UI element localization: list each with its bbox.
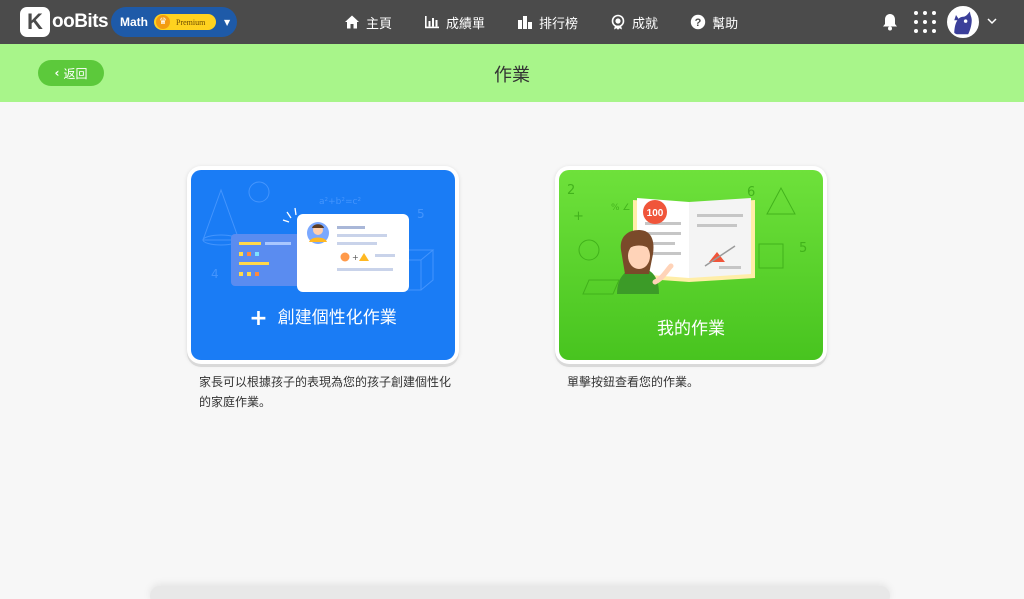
my-homework-card[interactable]: 2 + 6 5 % ∠ 100 我的作業: [555, 166, 827, 364]
top-navigation-bar: K ooBits Math ♛ Premium ▼ 主頁 成績單 排行榜 成就 …: [0, 0, 1024, 44]
page-title: 作業: [494, 65, 530, 86]
nav-achievements[interactable]: 成就: [610, 13, 658, 32]
main-nav: 主頁 成績單 排行榜 成就 ? 幫助: [344, 0, 738, 44]
score-100-badge: 100: [647, 208, 664, 219]
svg-text:5: 5: [417, 207, 425, 221]
subject-switcher[interactable]: Math ♛ Premium ▼: [111, 7, 237, 37]
crown-icon: ♛: [156, 15, 170, 29]
svg-text:4: 4: [211, 267, 219, 281]
bell-icon[interactable]: [882, 13, 898, 31]
svg-text:6: 6: [747, 185, 755, 200]
plus-icon: +: [249, 306, 268, 331]
svg-text:2: 2: [567, 183, 575, 198]
premium-badge: ♛ Premium: [154, 14, 216, 30]
create-homework-card-body: a²+b²=c² 5 4 + + 創建個性化作業: [191, 170, 455, 360]
nav-report-label: 成績單: [446, 16, 486, 32]
premium-label: Premium: [176, 17, 206, 27]
nav-leaderboard-label: 排行榜: [539, 16, 579, 32]
apps-grid-icon[interactable]: [914, 11, 936, 33]
logo-mark: K: [20, 7, 50, 37]
my-homework-label: 我的作業: [657, 319, 725, 339]
bottom-panel-edge: [150, 586, 890, 599]
nav-leaderboard[interactable]: 排行榜: [517, 13, 578, 32]
svg-text:a²+b²=c²: a²+b²=c²: [319, 197, 361, 207]
svg-text:?: ?: [695, 17, 702, 29]
caret-down-icon: ▼: [224, 17, 231, 27]
logo-text: ooBits: [52, 11, 109, 32]
nav-home[interactable]: 主頁: [344, 13, 392, 32]
my-homework-description: 單擊按鈕查看您的作業。: [567, 375, 700, 389]
create-homework-illustration: a²+b²=c² 5 4 +: [202, 181, 435, 292]
create-homework-description: 家長可以根據孩子的表現為您的孩子創建個性化的家庭作業。: [199, 375, 452, 409]
svg-text:+: +: [352, 253, 359, 262]
koobits-logo[interactable]: K ooBits: [20, 7, 109, 37]
chevron-down-icon[interactable]: [986, 15, 998, 27]
nav-achievements-label: 成就: [632, 16, 659, 32]
nav-help-label: 幫助: [712, 16, 739, 32]
medal-icon: [610, 14, 626, 30]
subject-label: Math: [120, 15, 148, 29]
help-icon: ?: [690, 14, 706, 30]
nav-report[interactable]: 成績單: [424, 13, 485, 32]
home-icon: [344, 14, 360, 30]
create-homework-label-text: 創建個性化作業: [277, 308, 397, 328]
bar-chart-icon: [424, 14, 440, 30]
svg-text:5: 5: [799, 241, 807, 256]
nav-help[interactable]: ? 幫助: [690, 13, 738, 32]
page-header: ‹ 返回 作業: [0, 44, 1024, 102]
nav-home-label: 主頁: [366, 16, 393, 32]
user-avatar[interactable]: [947, 6, 979, 38]
svg-text:+: +: [573, 209, 584, 224]
leaderboard-icon: [517, 14, 533, 30]
my-homework-card-body: 2 + 6 5 % ∠ 100 我的作業: [559, 170, 823, 360]
create-homework-label: + 創建個性化作業: [191, 303, 455, 331]
create-homework-card[interactable]: a²+b²=c² 5 4 + + 創建個性化作業: [187, 166, 459, 364]
svg-text:% ∠: % ∠: [611, 203, 630, 213]
